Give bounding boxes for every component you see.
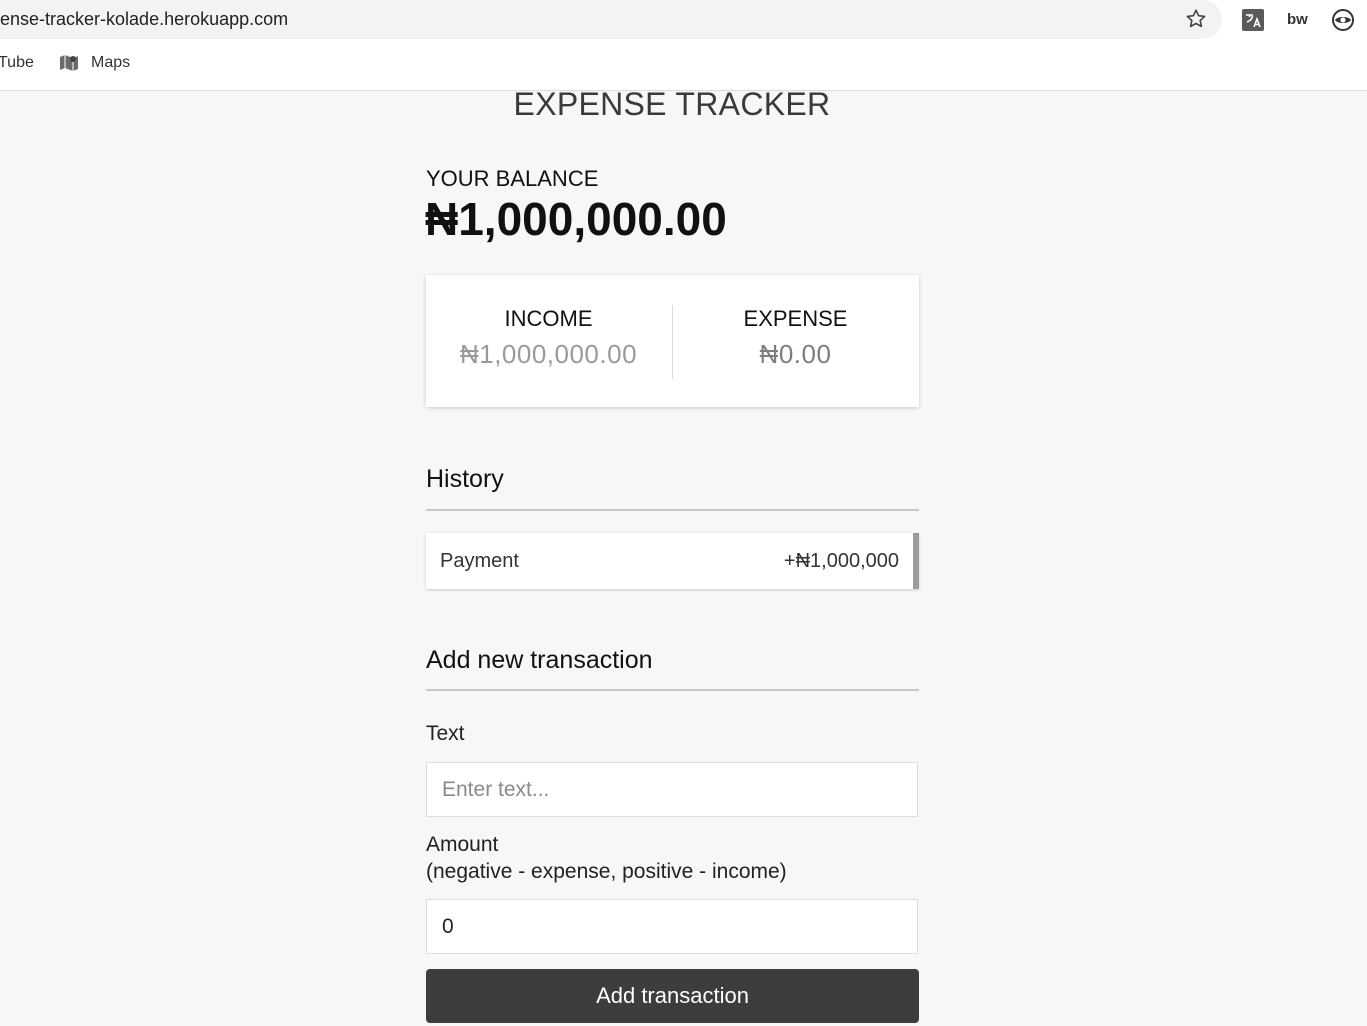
translate-extension-icon[interactable] xyxy=(1241,8,1265,32)
browser-chrome: ense-tracker-kolade.herokuapp.com bw Tub… xyxy=(0,0,1367,91)
bookmarks-bar: Tube Maps xyxy=(0,50,1367,78)
page-title: EXPENSE TRACKER xyxy=(513,86,831,122)
text-field-label: Text xyxy=(426,722,465,745)
history-item-amount: +₦1,000,000 xyxy=(783,550,899,572)
amount-field-label: Amount xyxy=(426,833,499,856)
history-item-text: Payment xyxy=(440,550,519,572)
add-transaction-title: Add new transaction xyxy=(426,646,653,674)
income-value: ₦1,000,000.00 xyxy=(459,339,638,369)
bookmark-tube[interactable]: Tube xyxy=(0,54,34,72)
amount-input[interactable] xyxy=(426,899,918,954)
address-bar[interactable]: ense-tracker-kolade.herokuapp.com xyxy=(0,0,1222,39)
income-expense-card: INCOME ₦1,000,000.00 EXPENSE ₦0.00 xyxy=(426,275,919,407)
url-text[interactable]: ense-tracker-kolade.herokuapp.com xyxy=(0,9,288,30)
expense-summary: EXPENSE ₦0.00 xyxy=(673,275,918,407)
amount-hint: (negative - expense, positive - income) xyxy=(426,860,787,883)
balance-value: ₦1,000,000.00 xyxy=(425,193,727,245)
eye-extension-icon[interactable] xyxy=(1330,8,1356,32)
income-summary: INCOME ₦1,000,000.00 xyxy=(426,275,671,407)
expense-value: ₦0.00 xyxy=(759,339,832,369)
list-item[interactable]: Payment +₦1,000,000 xyxy=(426,533,919,589)
add-transaction-divider xyxy=(426,689,919,691)
bookmark-maps[interactable]: Maps xyxy=(91,54,130,72)
expense-label: EXPENSE xyxy=(743,306,848,331)
add-transaction-button[interactable]: Add transaction xyxy=(426,969,919,1023)
bw-extension-icon[interactable]: bw xyxy=(1287,8,1311,32)
maps-icon[interactable] xyxy=(59,53,79,73)
text-input[interactable] xyxy=(426,762,918,817)
income-label: INCOME xyxy=(504,306,593,331)
history-divider xyxy=(426,509,919,511)
bookmark-star-icon[interactable] xyxy=(1184,7,1208,31)
balance-label: YOUR BALANCE xyxy=(426,166,599,191)
history-title: History xyxy=(426,465,504,493)
